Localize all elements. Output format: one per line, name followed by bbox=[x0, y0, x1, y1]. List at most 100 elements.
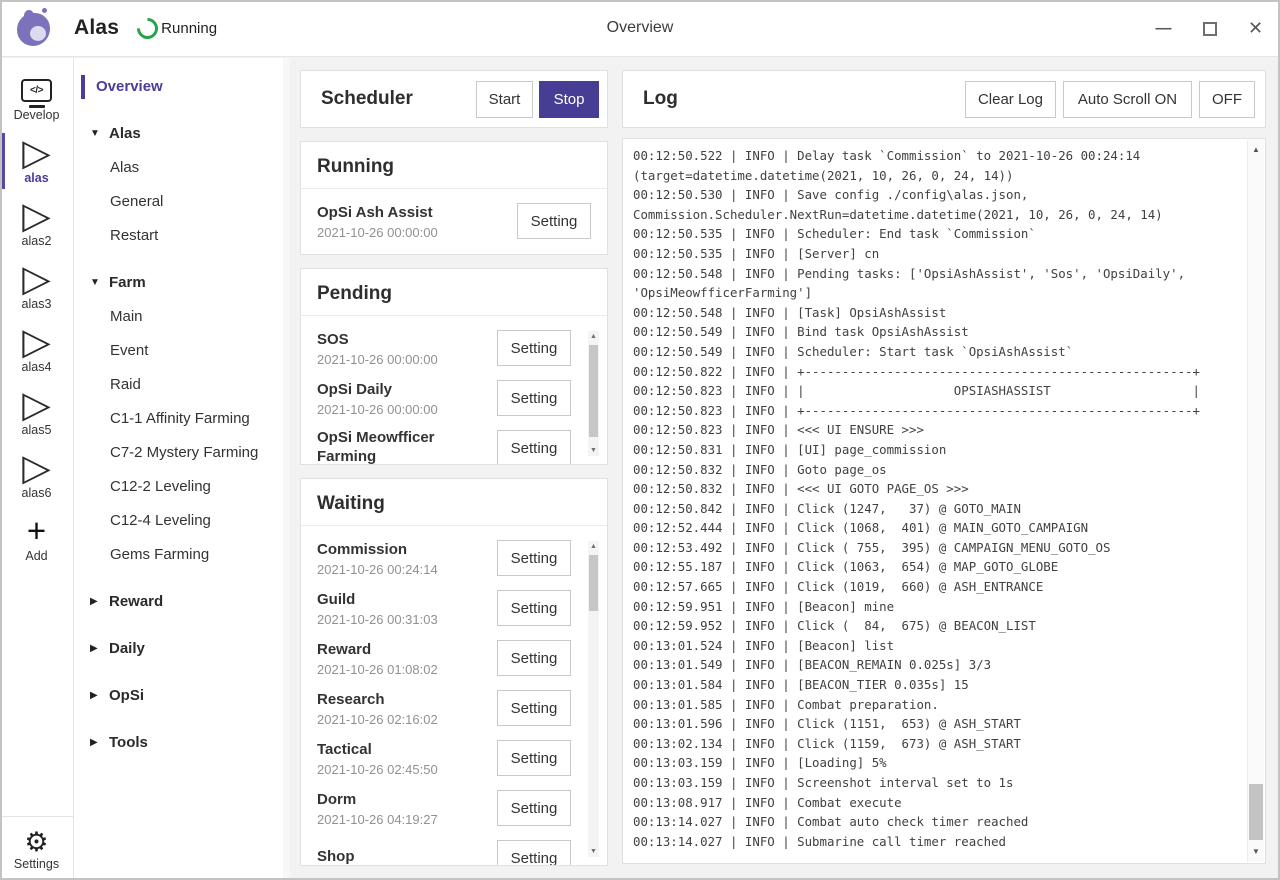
scrollbar-thumb[interactable] bbox=[589, 555, 598, 611]
app-title: Alas bbox=[74, 16, 119, 40]
close-button[interactable]: ✕ bbox=[1247, 20, 1264, 37]
running-task-list: OpSi Ash Assist 2021-10-26 00:00:00 Sett… bbox=[301, 189, 607, 254]
task-next-run-time: 2021-10-26 02:16:02 bbox=[317, 712, 489, 727]
nav-item[interactable]: Restart bbox=[74, 219, 290, 253]
rail-item[interactable]: ▷ alas6 bbox=[0, 446, 73, 506]
rail-item[interactable]: ▷ alas bbox=[0, 131, 73, 191]
rail-item[interactable]: ▷ alas3 bbox=[0, 257, 73, 317]
task-next-run-time: 2021-10-26 00:00:00 bbox=[317, 402, 489, 417]
task-setting-button[interactable]: Setting bbox=[497, 690, 571, 726]
log-line: 00:12:50.832 | INFO | Goto page_os bbox=[633, 460, 1245, 480]
task-setting-button[interactable]: Setting bbox=[517, 203, 591, 239]
scrollbar-thumb[interactable] bbox=[1249, 784, 1263, 840]
log-line: 00:13:14.027 | INFO | Combat auto check … bbox=[633, 812, 1245, 832]
start-button[interactable]: Start bbox=[476, 81, 533, 118]
pending-panel: Pending SOS 2021-10-26 00:00:00 Setting … bbox=[300, 268, 608, 465]
rail-item-label: alas4 bbox=[22, 360, 52, 374]
settings-button[interactable]: ⚙ Settings bbox=[0, 816, 73, 880]
scroll-up-icon[interactable]: ▲ bbox=[588, 541, 599, 552]
nav-item[interactable]: C12-2 Leveling bbox=[74, 470, 290, 504]
task-setting-button[interactable]: Setting bbox=[497, 590, 571, 626]
task-setting-button[interactable]: Setting bbox=[497, 790, 571, 826]
clear-log-button[interactable]: Clear Log bbox=[965, 81, 1056, 118]
task-setting-button[interactable]: Setting bbox=[497, 640, 571, 676]
nav-item[interactable]: C7-2 Mystery Farming bbox=[74, 436, 290, 470]
log-line: 00:13:01.596 | INFO | Click (1151, 653) … bbox=[633, 714, 1245, 734]
nav-item-label: Farm bbox=[109, 274, 146, 291]
task-next-run-time: 2021-10-26 02:45:50 bbox=[317, 762, 489, 777]
waiting-scrollbar[interactable]: ▲ ▼ bbox=[588, 541, 599, 857]
nav-item[interactable]: Farm bbox=[74, 266, 290, 300]
gear-icon: ⚙ bbox=[24, 827, 48, 857]
nav-item-label: Gems Farming bbox=[110, 546, 209, 563]
nav-item[interactable]: General bbox=[74, 185, 290, 219]
task-next-run-time: 2021-10-26 00:00:00 bbox=[317, 225, 509, 240]
scroll-down-icon[interactable]: ▼ bbox=[588, 846, 599, 857]
pending-scrollbar[interactable]: ▲ ▼ bbox=[588, 331, 599, 456]
nav-item-label: C12-2 Leveling bbox=[110, 478, 211, 495]
scroll-down-icon[interactable]: ▼ bbox=[1248, 844, 1264, 860]
task-row: Research 2021-10-26 02:16:02 Setting bbox=[317, 683, 571, 733]
log-line: 00:12:53.492 | INFO | Click ( 755, 395) … bbox=[633, 538, 1245, 558]
log-line: 00:12:50.823 | INFO | | OPSIASHASSIST | bbox=[633, 381, 1245, 401]
log-line: 00:12:59.951 | INFO | [Beacon] mine bbox=[633, 597, 1245, 617]
nav-item[interactable]: Raid bbox=[74, 368, 290, 402]
maximize-button[interactable] bbox=[1201, 20, 1218, 37]
nav-item[interactable]: Main bbox=[74, 300, 290, 334]
nav-item[interactable]: Alas bbox=[74, 151, 290, 185]
nav-item[interactable]: Tools bbox=[74, 726, 290, 760]
nav-item[interactable]: Reward bbox=[74, 585, 290, 619]
pending-title: Pending bbox=[301, 283, 607, 316]
scheduler-panel: Scheduler Start Stop bbox=[300, 70, 608, 128]
nav-item[interactable]: C1-1 Affinity Farming bbox=[74, 402, 290, 436]
log-scrollbar[interactable]: ▲ ▼ bbox=[1247, 140, 1264, 862]
log-line: 00:12:50.548 | INFO | Pending tasks: ['O… bbox=[633, 264, 1245, 284]
rail-item-label: alas6 bbox=[22, 486, 52, 500]
auto-scroll-on-button[interactable]: Auto Scroll ON bbox=[1063, 81, 1192, 118]
task-setting-button[interactable]: Setting bbox=[497, 380, 571, 416]
nav-item[interactable]: OpSi bbox=[74, 679, 290, 713]
rail-item[interactable]: </> Develop bbox=[0, 68, 73, 128]
nav-item[interactable]: Overview bbox=[74, 70, 290, 104]
rail-item[interactable]: ▷ alas5 bbox=[0, 383, 73, 443]
nav-item[interactable]: Daily bbox=[74, 632, 290, 666]
log-viewer[interactable]: 00:12:50.522 | INFO | Delay task `Commis… bbox=[622, 138, 1266, 864]
log-line: 00:13:03.159 | INFO | Screenshot interva… bbox=[633, 773, 1245, 793]
nav-item-label: Main bbox=[110, 308, 143, 325]
log-line: 00:13:08.917 | INFO | Combat execute bbox=[633, 793, 1245, 813]
task-setting-button[interactable]: Setting bbox=[497, 330, 571, 366]
stop-button[interactable]: Stop bbox=[539, 81, 599, 118]
log-line: 00:12:50.823 | INFO | <<< UI ENSURE >>> bbox=[633, 420, 1245, 440]
nav-item[interactable]: C12-4 Leveling bbox=[74, 504, 290, 538]
rail-item[interactable]: + Add bbox=[0, 509, 73, 569]
task-row: Commission 2021-10-26 00:24:14 Setting bbox=[317, 533, 571, 583]
nav-item-label: Alas bbox=[110, 159, 139, 176]
task-name: Tactical bbox=[317, 740, 489, 759]
task-name: OpSi Daily bbox=[317, 380, 489, 399]
task-row: SOS 2021-10-26 00:00:00 Setting bbox=[317, 323, 571, 373]
nav-item[interactable]: Gems Farming bbox=[74, 538, 290, 572]
rail-item-label: alas3 bbox=[22, 297, 52, 311]
nav-item-label: General bbox=[110, 193, 163, 210]
minimize-button[interactable]: — bbox=[1155, 20, 1172, 37]
nav-item[interactable]: Alas bbox=[74, 117, 290, 151]
log-line: (target=datetime.datetime(2021, 10, 26, … bbox=[633, 166, 1245, 186]
scroll-down-icon[interactable]: ▼ bbox=[588, 445, 599, 456]
rail-item[interactable]: ▷ alas2 bbox=[0, 194, 73, 254]
task-name: Commission bbox=[317, 540, 489, 559]
task-setting-button[interactable]: Setting bbox=[497, 540, 571, 576]
task-setting-button[interactable]: Setting bbox=[497, 740, 571, 776]
scroll-up-icon[interactable]: ▲ bbox=[1248, 142, 1264, 158]
scroll-up-icon[interactable]: ▲ bbox=[588, 331, 599, 342]
rail-item-icon: + bbox=[27, 514, 46, 548]
task-setting-button[interactable]: Setting bbox=[497, 430, 571, 464]
instance-rail: </> Develop ▷ alas ▷ alas2 ▷ alas3 ▷ ala… bbox=[0, 58, 74, 880]
task-next-run-time: 2021-10-26 04:19:27 bbox=[317, 812, 489, 827]
rail-item[interactable]: ▷ alas4 bbox=[0, 320, 73, 380]
nav-item[interactable]: Event bbox=[74, 334, 290, 368]
log-line: Commission.Scheduler.NextRun=datetime.da… bbox=[633, 205, 1245, 225]
task-setting-button[interactable]: Setting bbox=[497, 840, 571, 865]
scrollbar-thumb[interactable] bbox=[589, 345, 598, 437]
log-line: 00:12:59.952 | INFO | Click ( 84, 675) @… bbox=[633, 616, 1245, 636]
auto-scroll-off-button[interactable]: OFF bbox=[1199, 81, 1255, 118]
